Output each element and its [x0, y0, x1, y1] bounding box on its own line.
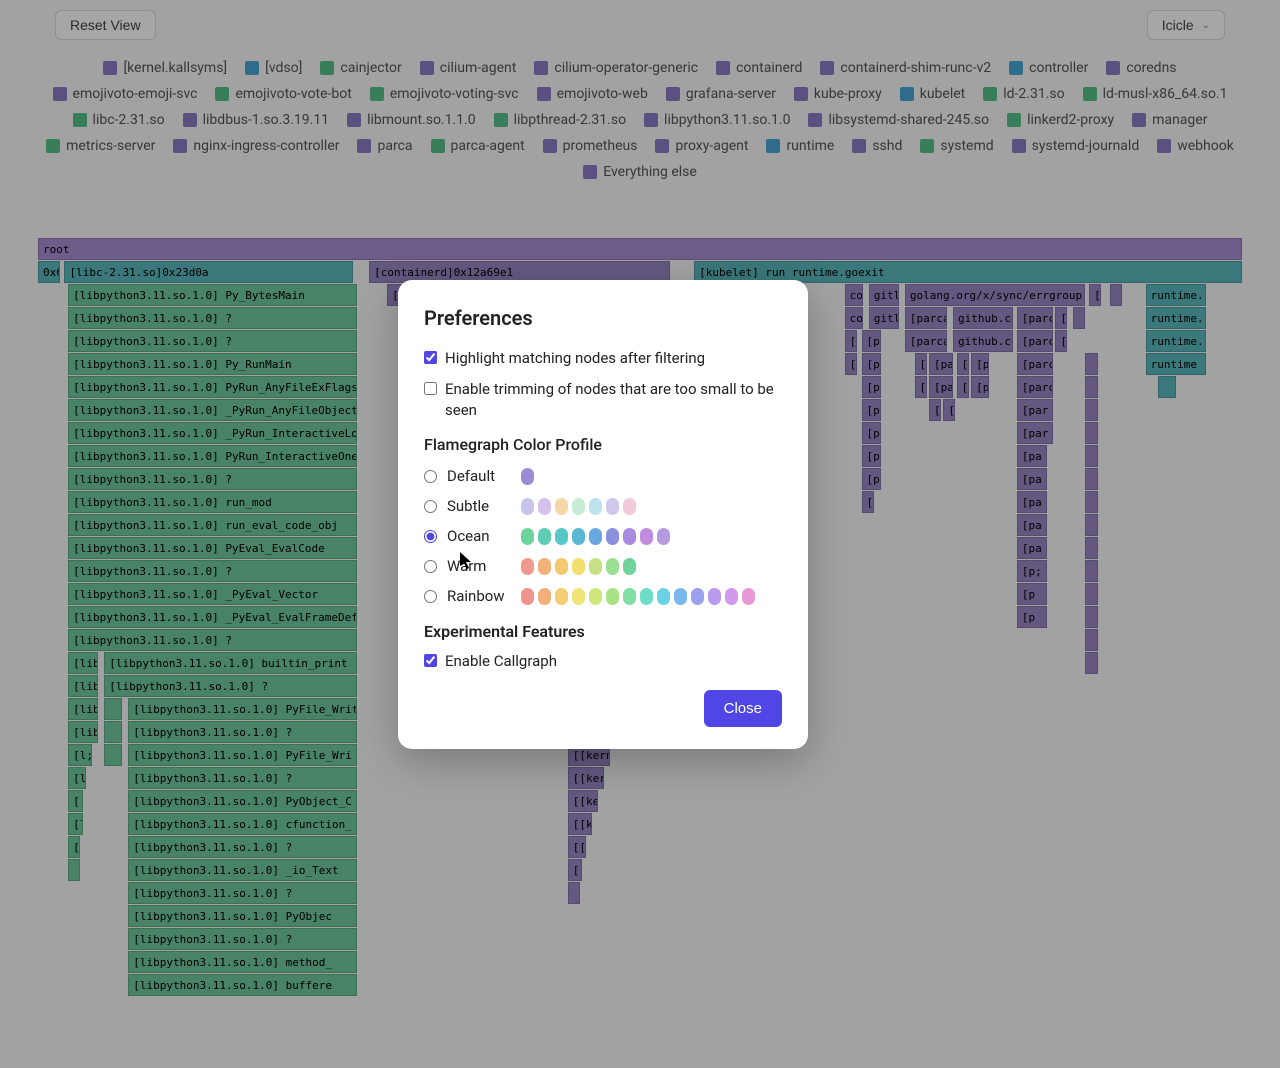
- experimental-heading: Experimental Features: [424, 622, 782, 641]
- swatch: [555, 588, 568, 605]
- swatch: [589, 528, 602, 545]
- trim-checkbox[interactable]: [424, 382, 437, 395]
- callgraph-label: Enable Callgraph: [445, 651, 557, 672]
- swatch: [623, 498, 636, 515]
- color-profile-rainbow[interactable]: Rainbow: [424, 584, 782, 608]
- color-profile-swatches: [521, 498, 636, 515]
- close-button[interactable]: Close: [704, 690, 782, 727]
- swatch: [572, 528, 585, 545]
- color-profile-label: Warm: [447, 557, 511, 575]
- swatch: [606, 498, 619, 515]
- swatch: [725, 588, 738, 605]
- trim-label: Enable trimming of nodes that are too sm…: [445, 379, 782, 421]
- trim-checkbox-row[interactable]: Enable trimming of nodes that are too sm…: [424, 379, 782, 421]
- swatch: [589, 498, 602, 515]
- color-profile-label: Rainbow: [447, 587, 511, 605]
- swatch: [589, 588, 602, 605]
- color-profile-ocean[interactable]: Ocean: [424, 524, 782, 548]
- swatch: [521, 588, 534, 605]
- highlight-checkbox-row[interactable]: Highlight matching nodes after filtering: [424, 348, 782, 369]
- color-profile-radio[interactable]: [424, 500, 437, 513]
- swatch: [657, 588, 670, 605]
- swatch: [742, 588, 755, 605]
- color-profile-radio[interactable]: [424, 530, 437, 543]
- color-profile-radio[interactable]: [424, 590, 437, 603]
- swatch: [623, 528, 636, 545]
- swatch: [589, 558, 602, 575]
- color-profile-label: Subtle: [447, 497, 511, 515]
- color-profile-label: Default: [447, 467, 511, 485]
- preferences-modal: Preferences Highlight matching nodes aft…: [398, 280, 808, 749]
- swatch: [572, 588, 585, 605]
- callgraph-checkbox[interactable]: [424, 654, 437, 667]
- swatch: [657, 528, 670, 545]
- swatch: [606, 588, 619, 605]
- highlight-checkbox[interactable]: [424, 351, 437, 364]
- color-profile-radio[interactable]: [424, 470, 437, 483]
- color-profile-warm[interactable]: Warm: [424, 554, 782, 578]
- swatch: [640, 528, 653, 545]
- color-profile-swatches: [521, 558, 636, 575]
- swatch: [538, 558, 551, 575]
- color-profile-heading: Flamegraph Color Profile: [424, 435, 782, 454]
- color-profile-radio[interactable]: [424, 560, 437, 573]
- swatch: [555, 498, 568, 515]
- color-profile-subtle[interactable]: Subtle: [424, 494, 782, 518]
- swatch: [606, 528, 619, 545]
- swatch: [708, 588, 721, 605]
- color-profile-swatches: [521, 588, 755, 605]
- swatch: [521, 558, 534, 575]
- color-profile-label: Ocean: [447, 527, 511, 545]
- swatch: [521, 528, 534, 545]
- swatch: [572, 498, 585, 515]
- swatch: [521, 468, 534, 485]
- swatch: [538, 528, 551, 545]
- color-profile-swatches: [521, 468, 534, 485]
- highlight-label: Highlight matching nodes after filtering: [445, 348, 705, 369]
- color-profile-group: Default Subtle Ocean Warm Rainbow: [424, 464, 782, 608]
- swatch: [555, 528, 568, 545]
- swatch: [521, 498, 534, 515]
- swatch: [623, 588, 636, 605]
- swatch: [674, 588, 687, 605]
- swatch: [555, 558, 568, 575]
- swatch: [572, 558, 585, 575]
- modal-title: Preferences: [424, 306, 782, 330]
- color-profile-swatches: [521, 528, 670, 545]
- color-profile-default[interactable]: Default: [424, 464, 782, 488]
- swatch: [606, 558, 619, 575]
- swatch: [538, 588, 551, 605]
- swatch: [623, 558, 636, 575]
- swatch: [640, 588, 653, 605]
- swatch: [691, 588, 704, 605]
- swatch: [538, 498, 551, 515]
- callgraph-checkbox-row[interactable]: Enable Callgraph: [424, 651, 782, 672]
